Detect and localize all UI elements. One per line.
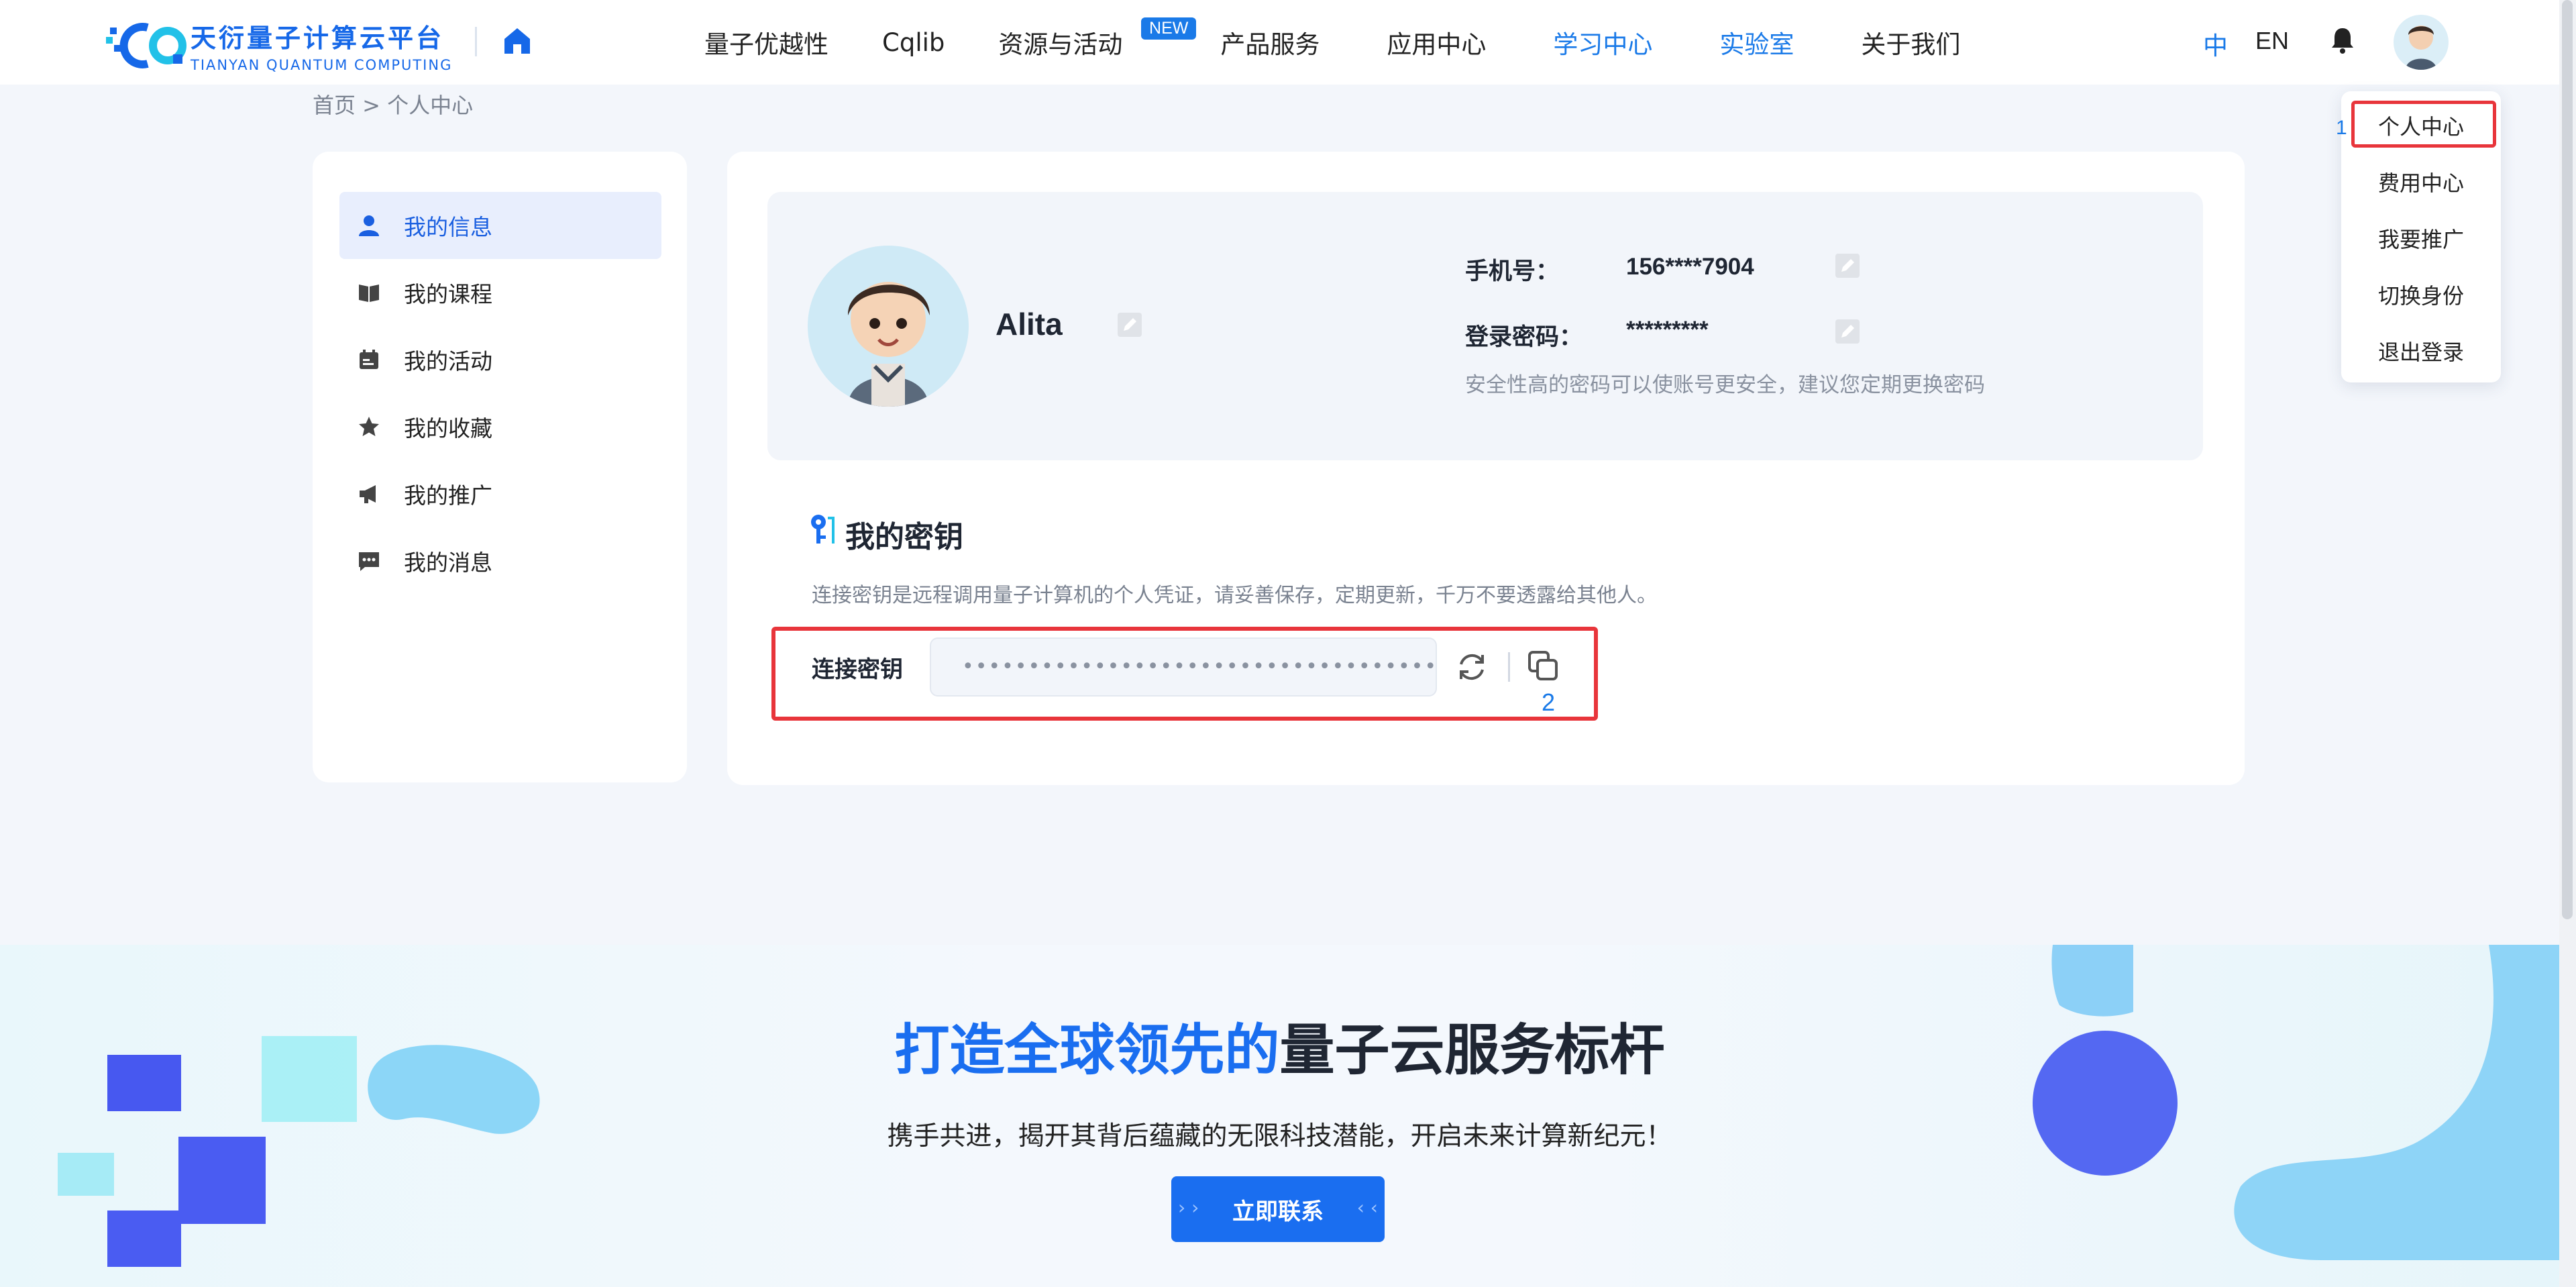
footer-banner: 打造全球领先的量子云服务标杆 携手共进，揭开其背后蕴藏的无限科技潜能，开启未来计… [0, 945, 2559, 1287]
sidebar-item-label: 我的消息 [404, 550, 492, 576]
sidebar: 我的信息 我的课程 我的活动 我的收藏 我的推广 我的消息 [313, 152, 687, 782]
edit-phone-icon[interactable] [1834, 252, 1861, 279]
edit-username-icon[interactable] [1116, 311, 1143, 338]
avatar-illustration-icon [2406, 25, 2436, 70]
nav-item-learning[interactable]: 学习中心 [1553, 24, 1652, 60]
lang-zh-button[interactable]: 中 [2203, 25, 2228, 62]
calendar-icon [360, 350, 378, 369]
lang-en-button[interactable]: EN [2255, 27, 2289, 55]
main-content: Alita 手机号： 156****7904 登录密码： ********* 安… [727, 152, 2245, 785]
nav-item-resources-label: 资源与活动 [998, 30, 1123, 59]
nav-item-cqlib[interactable]: Cqlib [882, 28, 945, 57]
password-value: ********* [1626, 317, 1709, 343]
divider [475, 27, 477, 56]
sidebar-item-label: 我的信息 [404, 214, 492, 240]
banner-title-highlight: 打造全球领先的 [894, 1019, 1280, 1082]
top-navbar: 天衍量子计算云平台 TIANYAN QUANTUM COMPUTING 量子优越… [0, 0, 2559, 85]
sidebar-item-my-messages[interactable]: 我的消息 [339, 527, 661, 595]
sidebar-item-label: 我的课程 [404, 281, 492, 307]
key-section-title: 我的密钥 [845, 520, 963, 554]
book-icon [359, 285, 379, 302]
menu-item-promotion[interactable]: 我要推广 [2341, 223, 2501, 254]
sidebar-item-my-promotion[interactable]: 我的推广 [339, 460, 661, 527]
logo[interactable]: 天衍量子计算云平台 TIANYAN QUANTUM COMPUTING [106, 17, 452, 73]
highlight-box-key [771, 627, 1598, 721]
nav-item-about[interactable]: 关于我们 [1861, 24, 1960, 60]
nav-item-products[interactable]: 产品服务 [1220, 24, 1320, 60]
banner-title: 打造全球领先的量子云服务标杆 [0, 1005, 2559, 1085]
menu-item-switch-identity[interactable]: 切换身份 [2341, 279, 2501, 310]
phone-label: 手机号： [1465, 258, 1560, 285]
sidebar-item-my-info[interactable]: 我的信息 [339, 192, 661, 259]
phone-value: 156****7904 [1626, 254, 1754, 280]
chevron-left-icon: ‹ ‹ [1356, 1196, 1378, 1219]
home-icon[interactable] [500, 24, 534, 58]
header-avatar[interactable] [2394, 15, 2449, 70]
star-icon [359, 417, 379, 436]
main-nav: 量子优越性 Cqlib 资源与活动 NEW 产品服务 应用中心 学习中心 实验室… [704, 0, 1960, 85]
sidebar-item-label: 我的收藏 [404, 415, 492, 442]
logo-mark-icon [106, 22, 186, 68]
profile-avatar[interactable] [808, 246, 969, 407]
key-description: 连接密钥是远程调用量子计算机的个人凭证，请妥善保存，定期更新，千万不要透露给其他… [812, 584, 1657, 607]
avatar-illustration-icon [847, 282, 930, 407]
step-marker-1: 1 [2336, 117, 2347, 139]
contact-now-label: 立即联系 [1232, 1198, 1324, 1225]
chevron-right-icon: › › [1178, 1196, 1199, 1219]
logo-subtext: TIANYAN QUANTUM COMPUTING [191, 57, 453, 73]
username: Alita [996, 307, 1063, 342]
bell-icon[interactable] [2329, 25, 2356, 55]
message-icon [359, 552, 379, 571]
logo-text: 天衍量子计算云平台 [191, 23, 445, 53]
breadcrumb: 首页 > 个人中心 [313, 93, 474, 118]
menu-item-billing-center[interactable]: 费用中心 [2341, 166, 2501, 197]
scrollbar-thumb[interactable] [2562, 0, 2573, 919]
nav-item-lab[interactable]: 实验室 [1719, 24, 1794, 60]
key-icon [811, 515, 835, 544]
banner-title-rest: 量子云服务标杆 [1279, 1019, 1665, 1082]
password-label: 登录密码： [1465, 324, 1583, 351]
menu-item-logout[interactable]: 退出登录 [2341, 336, 2501, 366]
megaphone-icon [360, 485, 376, 503]
new-badge: NEW [1141, 17, 1197, 40]
user-icon [359, 215, 379, 236]
password-hint: 安全性高的密码可以使账号更安全，建议您定期更换密码 [1465, 373, 1985, 397]
profile-card: Alita 手机号： 156****7904 登录密码： ********* 安… [767, 192, 2203, 460]
sidebar-item-my-favorites[interactable]: 我的收藏 [339, 393, 661, 460]
highlight-box-menu [2351, 101, 2496, 148]
banner-subtitle: 携手共进，揭开其背后蕴藏的无限科技潜能，开启未来计算新纪元！ [887, 1121, 1672, 1151]
nav-item-quantum-supremacy[interactable]: 量子优越性 [704, 24, 828, 60]
sidebar-item-my-courses[interactable]: 我的课程 [339, 259, 661, 326]
sidebar-item-label: 我的活动 [404, 348, 492, 374]
sidebar-item-my-activities[interactable]: 我的活动 [339, 326, 661, 393]
step-marker-2: 2 [1542, 688, 1556, 716]
edit-password-icon[interactable] [1834, 318, 1861, 345]
nav-item-applications[interactable]: 应用中心 [1387, 24, 1486, 60]
contact-now-button[interactable]: › › 立即联系 ‹ ‹ [1171, 1176, 1385, 1242]
nav-item-resources[interactable]: 资源与活动 NEW [998, 17, 1197, 60]
sidebar-item-label: 我的推广 [404, 482, 492, 509]
